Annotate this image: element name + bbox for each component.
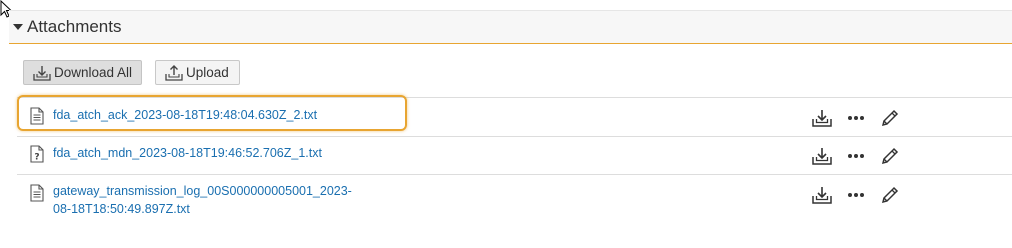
row-actions: [811, 184, 901, 206]
edit-icon[interactable]: [879, 107, 901, 129]
upload-button[interactable]: Upload: [155, 60, 240, 85]
attachments-panel-header[interactable]: Attachments: [9, 10, 1012, 44]
download-icon[interactable]: [811, 184, 833, 206]
attachment-link[interactable]: gateway_transmission_log_00S000000005001…: [53, 182, 353, 218]
panel-title: Attachments: [27, 17, 122, 36]
attachment-row: gateway_transmission_log_00S000000005001…: [17, 174, 1012, 224]
caret-down-icon[interactable]: [13, 24, 23, 30]
row-actions: [811, 107, 901, 129]
unknown-file-icon: ?: [30, 145, 44, 163]
attachment-link[interactable]: fda_atch_mdn_2023-08-18T19:46:52.706Z_1.…: [53, 144, 373, 162]
attachment-link[interactable]: fda_atch_ack_2023-08-18T19:48:04.630Z_2.…: [53, 106, 353, 124]
upload-label: Upload: [186, 65, 229, 80]
edit-icon[interactable]: [879, 145, 901, 167]
attachment-row: ? fda_atch_mdn_2023-08-18T19:46:52.706Z_…: [17, 136, 1012, 174]
row-actions: [811, 145, 901, 167]
download-all-label: Download All: [54, 65, 133, 80]
upload-icon: [165, 64, 183, 81]
edit-icon[interactable]: [879, 184, 901, 206]
download-icon: [33, 65, 51, 81]
more-options-icon[interactable]: [845, 184, 867, 206]
more-options-icon[interactable]: [845, 107, 867, 129]
text-file-icon: [30, 184, 44, 202]
download-icon[interactable]: [811, 145, 833, 167]
svg-text:?: ?: [34, 153, 39, 163]
text-file-icon: [30, 107, 44, 125]
attachment-row: fda_atch_ack_2023-08-18T19:48:04.630Z_2.…: [17, 97, 1012, 136]
download-all-button[interactable]: Download All: [23, 60, 142, 85]
more-options-icon[interactable]: [845, 145, 867, 167]
download-icon[interactable]: [811, 107, 833, 129]
